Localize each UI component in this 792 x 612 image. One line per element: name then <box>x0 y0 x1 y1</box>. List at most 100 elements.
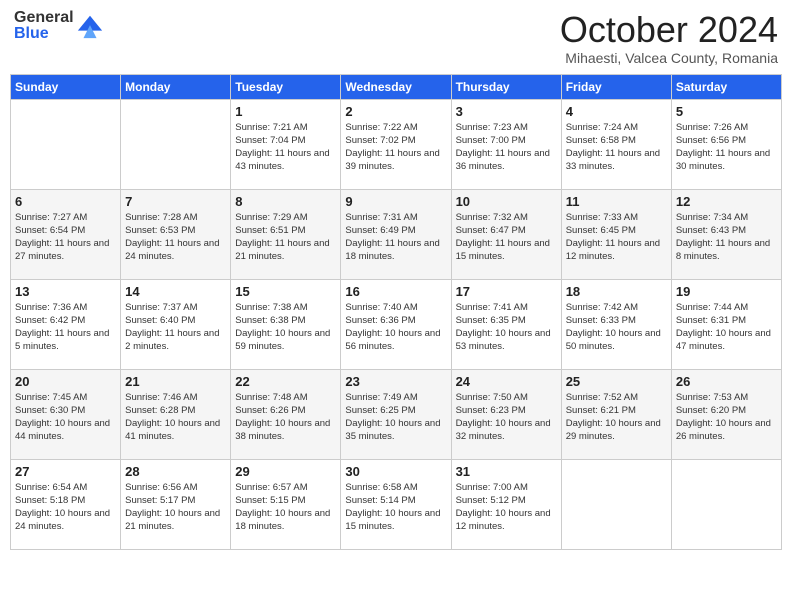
table-row: 28 Sunrise: 6:56 AMSunset: 5:17 PMDayligh… <box>121 459 231 549</box>
header-day-friday: Friday <box>561 74 671 99</box>
day-number: 31 <box>456 464 557 479</box>
table-row: 11Sunrise: 7:33 AMSunset: 6:45 PMDayligh… <box>561 189 671 279</box>
day-info: Sunrise: 7:22 AMSunset: 7:02 PMDaylight:… <box>345 121 446 174</box>
day-info: Sunrise: 7:23 AMSunset: 7:00 PMDaylight:… <box>456 121 557 174</box>
day-number: 16 <box>345 284 446 299</box>
header-day-tuesday: Tuesday <box>231 74 341 99</box>
logo-icon <box>76 12 104 40</box>
day-number: 8 <box>235 194 336 209</box>
logo-general: General <box>14 10 74 26</box>
day-number: 21 <box>125 374 226 389</box>
logo-blue: Blue <box>14 26 74 42</box>
day-number: 5 <box>676 104 777 119</box>
day-info: Sunrise: 7:40 AMSunset: 6:36 PMDaylight:… <box>345 301 446 354</box>
day-info: Sunrise: 7:26 AMSunset: 6:56 PMDaylight:… <box>676 121 777 174</box>
day-number: 17 <box>456 284 557 299</box>
day-info: Sunrise: 7:21 AMSunset: 7:04 PMDaylight:… <box>235 121 336 174</box>
day-info: Sunrise: 6:56 AMSunset: 5:17 PMDaylight:… <box>125 481 226 534</box>
day-info: Sunrise: 6:58 AMSunset: 5:14 PMDaylight:… <box>345 481 446 534</box>
day-number: 3 <box>456 104 557 119</box>
day-number: 12 <box>676 194 777 209</box>
logo-text: General Blue <box>14 10 74 42</box>
month-title: October 2024 <box>560 10 778 50</box>
table-row: 5 Sunrise: 7:26 AMSunset: 6:56 PMDaylight… <box>671 99 781 189</box>
table-row: 9Sunrise: 7:31 AMSunset: 6:49 PMDaylight… <box>341 189 451 279</box>
header-day-wednesday: Wednesday <box>341 74 451 99</box>
table-row: 14Sunrise: 7:37 AMSunset: 6:40 PMDayligh… <box>121 279 231 369</box>
table-row: 1 Sunrise: 7:21 AMSunset: 7:04 PMDaylight… <box>231 99 341 189</box>
table-row: 8 Sunrise: 7:29 AMSunset: 6:51 PMDaylight… <box>231 189 341 279</box>
day-info: Sunrise: 7:27 AMSunset: 6:54 PMDaylight:… <box>15 211 116 264</box>
header-day-sunday: Sunday <box>11 74 121 99</box>
day-number: 22 <box>235 374 336 389</box>
calendar-body: 1 Sunrise: 7:21 AMSunset: 7:04 PMDaylight… <box>11 99 782 549</box>
table-row: 30 Sunrise: 6:58 AMSunset: 5:14 PMDayligh… <box>341 459 451 549</box>
day-info: Sunrise: 7:00 AMSunset: 5:12 PMDaylight:… <box>456 481 557 534</box>
day-info: Sunrise: 6:54 AMSunset: 5:18 PMDaylight:… <box>15 481 116 534</box>
day-info: Sunrise: 7:37 AMSunset: 6:40 PMDaylight:… <box>125 301 226 354</box>
day-info: Sunrise: 7:44 AMSunset: 6:31 PMDaylight:… <box>676 301 777 354</box>
day-info: Sunrise: 7:42 AMSunset: 6:33 PMDaylight:… <box>566 301 667 354</box>
day-info: Sunrise: 7:38 AMSunset: 6:38 PMDaylight:… <box>235 301 336 354</box>
table-row: 13Sunrise: 7:36 AMSunset: 6:42 PMDayligh… <box>11 279 121 369</box>
day-info: Sunrise: 7:49 AMSunset: 6:25 PMDaylight:… <box>345 391 446 444</box>
header-day-thursday: Thursday <box>451 74 561 99</box>
calendar-week-2: 6 Sunrise: 7:27 AMSunset: 6:54 PMDaylight… <box>11 189 782 279</box>
day-number: 28 <box>125 464 226 479</box>
table-row <box>121 99 231 189</box>
table-row: 20 Sunrise: 7:45 AMSunset: 6:30 PMDayligh… <box>11 369 121 459</box>
location: Mihaesti, Valcea County, Romania <box>560 50 778 66</box>
table-row: 24Sunrise: 7:50 AMSunset: 6:23 PMDayligh… <box>451 369 561 459</box>
day-number: 1 <box>235 104 336 119</box>
table-row: 25Sunrise: 7:52 AMSunset: 6:21 PMDayligh… <box>561 369 671 459</box>
table-row <box>11 99 121 189</box>
day-number: 13 <box>15 284 116 299</box>
table-row <box>671 459 781 549</box>
day-info: Sunrise: 7:45 AMSunset: 6:30 PMDaylight:… <box>15 391 116 444</box>
day-number: 25 <box>566 374 667 389</box>
table-row: 27Sunrise: 6:54 AMSunset: 5:18 PMDayligh… <box>11 459 121 549</box>
day-info: Sunrise: 6:57 AMSunset: 5:15 PMDaylight:… <box>235 481 336 534</box>
day-number: 10 <box>456 194 557 209</box>
day-number: 6 <box>15 194 116 209</box>
day-info: Sunrise: 7:48 AMSunset: 6:26 PMDaylight:… <box>235 391 336 444</box>
day-number: 23 <box>345 374 446 389</box>
calendar-week-3: 13Sunrise: 7:36 AMSunset: 6:42 PMDayligh… <box>11 279 782 369</box>
calendar-week-5: 27Sunrise: 6:54 AMSunset: 5:18 PMDayligh… <box>11 459 782 549</box>
table-row: 7 Sunrise: 7:28 AMSunset: 6:53 PMDaylight… <box>121 189 231 279</box>
table-row: 19Sunrise: 7:44 AMSunset: 6:31 PMDayligh… <box>671 279 781 369</box>
table-row: 23 Sunrise: 7:49 AMSunset: 6:25 PMDayligh… <box>341 369 451 459</box>
title-area: October 2024 Mihaesti, Valcea County, Ro… <box>560 10 778 66</box>
table-row: 26Sunrise: 7:53 AMSunset: 6:20 PMDayligh… <box>671 369 781 459</box>
day-info: Sunrise: 7:46 AMSunset: 6:28 PMDaylight:… <box>125 391 226 444</box>
day-info: Sunrise: 7:28 AMSunset: 6:53 PMDaylight:… <box>125 211 226 264</box>
day-info: Sunrise: 7:29 AMSunset: 6:51 PMDaylight:… <box>235 211 336 264</box>
table-row: 12Sunrise: 7:34 AMSunset: 6:43 PMDayligh… <box>671 189 781 279</box>
calendar-week-4: 20 Sunrise: 7:45 AMSunset: 6:30 PMDayligh… <box>11 369 782 459</box>
table-row: 10Sunrise: 7:32 AMSunset: 6:47 PMDayligh… <box>451 189 561 279</box>
day-number: 29 <box>235 464 336 479</box>
logo: General Blue <box>14 10 104 42</box>
table-row: 6 Sunrise: 7:27 AMSunset: 6:54 PMDaylight… <box>11 189 121 279</box>
header-day-saturday: Saturday <box>671 74 781 99</box>
day-number: 2 <box>345 104 446 119</box>
day-number: 7 <box>125 194 226 209</box>
table-row: 4Sunrise: 7:24 AMSunset: 6:58 PMDaylight… <box>561 99 671 189</box>
calendar-header-row: SundayMondayTuesdayWednesdayThursdayFrid… <box>11 74 782 99</box>
day-number: 20 <box>15 374 116 389</box>
table-row: 21 Sunrise: 7:46 AMSunset: 6:28 PMDayligh… <box>121 369 231 459</box>
table-row: 31 Sunrise: 7:00 AMSunset: 5:12 PMDayligh… <box>451 459 561 549</box>
calendar-table: SundayMondayTuesdayWednesdayThursdayFrid… <box>10 74 782 550</box>
table-row <box>561 459 671 549</box>
table-row: 18 Sunrise: 7:42 AMSunset: 6:33 PMDayligh… <box>561 279 671 369</box>
day-number: 15 <box>235 284 336 299</box>
day-number: 30 <box>345 464 446 479</box>
day-info: Sunrise: 7:33 AMSunset: 6:45 PMDaylight:… <box>566 211 667 264</box>
day-number: 18 <box>566 284 667 299</box>
table-row: 17Sunrise: 7:41 AMSunset: 6:35 PMDayligh… <box>451 279 561 369</box>
day-number: 9 <box>345 194 446 209</box>
table-row: 16 Sunrise: 7:40 AMSunset: 6:36 PMDayligh… <box>341 279 451 369</box>
table-row: 29 Sunrise: 6:57 AMSunset: 5:15 PMDayligh… <box>231 459 341 549</box>
day-info: Sunrise: 7:24 AMSunset: 6:58 PMDaylight:… <box>566 121 667 174</box>
header-day-monday: Monday <box>121 74 231 99</box>
